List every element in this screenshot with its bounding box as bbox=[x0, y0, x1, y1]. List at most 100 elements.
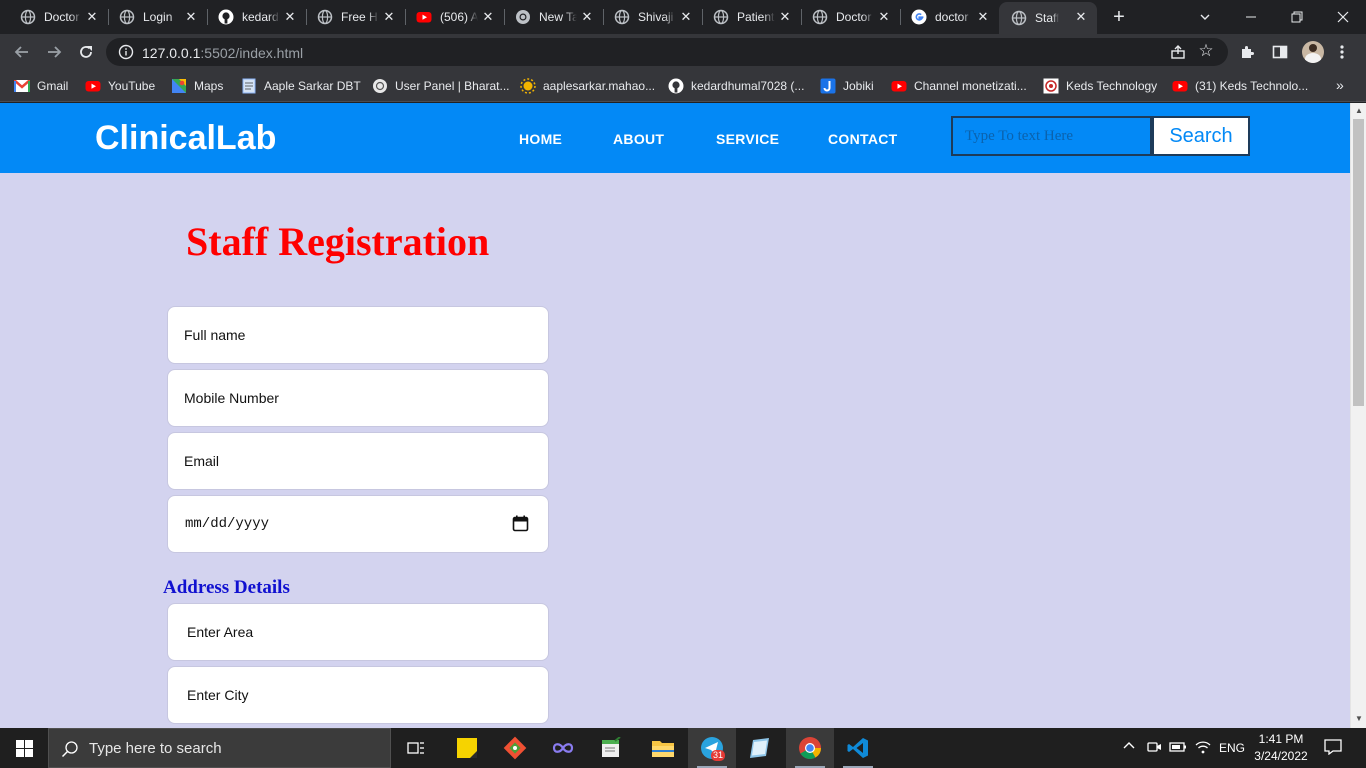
nav-service-link[interactable]: SERVICE bbox=[716, 131, 779, 147]
scrollbar-thumb[interactable] bbox=[1353, 119, 1364, 406]
nav-home-link[interactable]: HOME bbox=[519, 131, 562, 147]
git-icon bbox=[503, 736, 527, 760]
tab-free[interactable]: Free H ✕ bbox=[305, 0, 406, 34]
wifi-icon[interactable] bbox=[1195, 739, 1211, 758]
profile-avatar[interactable] bbox=[1302, 41, 1324, 63]
task-view-button[interactable] bbox=[392, 728, 440, 768]
keds-icon bbox=[1043, 78, 1059, 94]
taskbar-editor-app[interactable] bbox=[587, 728, 635, 768]
tab-patient[interactable]: Patient ✕ bbox=[701, 0, 802, 34]
page-scrollbar[interactable]: ▲ ▼ bbox=[1350, 103, 1366, 728]
bookmark-channel-monetization[interactable]: Channel monetizati... bbox=[891, 77, 1027, 95]
taskbar-sticky-notes[interactable] bbox=[443, 728, 491, 768]
tab-github[interactable]: kedardhumal ✕ bbox=[206, 0, 307, 34]
restore-button[interactable] bbox=[1274, 0, 1320, 34]
tab-doctor-2[interactable]: Doctor ✕ bbox=[800, 0, 901, 34]
fullname-input[interactable] bbox=[167, 306, 549, 364]
tray-overflow-chevron-icon[interactable] bbox=[1122, 738, 1136, 755]
close-window-button[interactable] bbox=[1320, 0, 1366, 34]
taskbar-search-box[interactable]: Type here to search bbox=[48, 728, 391, 768]
city-input[interactable] bbox=[167, 666, 549, 724]
system-clock[interactable]: 1:41 PM 3/24/2022 bbox=[1252, 731, 1310, 765]
bookmark-gmail[interactable]: Gmail bbox=[14, 77, 68, 95]
minimize-button[interactable] bbox=[1228, 0, 1274, 34]
tab-staff-registration[interactable]: Staff R ✕ bbox=[999, 2, 1097, 34]
email-input[interactable] bbox=[167, 432, 549, 490]
bookmark-star-icon[interactable]: ☆ bbox=[1196, 41, 1216, 61]
forward-button[interactable] bbox=[42, 40, 66, 64]
bookmark-keds-technology[interactable]: Keds Technology bbox=[1043, 77, 1157, 95]
tab-youtube[interactable]: (506) A ✕ bbox=[404, 0, 505, 34]
tray-meet-now-icon[interactable] bbox=[1146, 739, 1162, 758]
battery-icon[interactable] bbox=[1169, 740, 1187, 757]
taskbar-vscode[interactable] bbox=[834, 728, 882, 768]
bookmark-user-panel[interactable]: User Panel | Bharat... bbox=[372, 77, 510, 95]
github-icon bbox=[218, 9, 234, 25]
site-search-button[interactable]: Search bbox=[1152, 116, 1250, 156]
close-tab-icon[interactable]: ✕ bbox=[183, 9, 199, 25]
close-tab-icon[interactable]: ✕ bbox=[84, 9, 100, 25]
tab-shivaji[interactable]: Shivaji ✕ bbox=[602, 0, 703, 34]
bookmark-jobiki[interactable]: Jobiki bbox=[820, 77, 874, 95]
share-icon[interactable] bbox=[1170, 44, 1186, 60]
chrome-icon bbox=[515, 9, 531, 25]
kebab-menu-icon[interactable] bbox=[1332, 42, 1352, 62]
youtube-icon bbox=[1172, 78, 1188, 94]
back-button[interactable] bbox=[10, 40, 34, 64]
address-bar[interactable]: 127.0.0.1:5502/index.html ☆ bbox=[106, 38, 1228, 66]
taskbar-telegram[interactable]: 31 bbox=[688, 728, 736, 768]
tab-search-button[interactable] bbox=[1182, 0, 1228, 34]
side-panel-icon[interactable] bbox=[1270, 42, 1290, 62]
close-tab-icon[interactable]: ✕ bbox=[1073, 9, 1089, 25]
info-icon[interactable] bbox=[118, 44, 134, 60]
site-search-input[interactable] bbox=[951, 116, 1152, 156]
chevron-down-icon bbox=[1200, 14, 1210, 20]
bookmark-aaplesarkar-mahaonline[interactable]: aaplesarkar.mahao... bbox=[520, 77, 655, 95]
site-logo[interactable]: ClinicalLab bbox=[95, 119, 276, 158]
bookmark-github-profile[interactable]: kedardhumal7028 (... bbox=[668, 77, 804, 95]
reload-button[interactable] bbox=[74, 40, 98, 64]
calendar-icon[interactable] bbox=[512, 515, 529, 532]
taskbar-notes-app[interactable] bbox=[736, 728, 784, 768]
nav-about-link[interactable]: ABOUT bbox=[613, 131, 664, 147]
area-input[interactable] bbox=[167, 603, 549, 661]
mobile-number-input[interactable] bbox=[167, 369, 549, 427]
tab-google-doctor[interactable]: doctor ✕ bbox=[899, 0, 999, 34]
notifications-icon[interactable] bbox=[1324, 739, 1342, 758]
web-page: ClinicalLab HOME ABOUT SERVICE CONTACT S… bbox=[0, 103, 1350, 728]
taskbar-chrome[interactable] bbox=[786, 728, 834, 768]
bookmark-keds-technology-youtube[interactable]: (31) Keds Technolo... bbox=[1172, 77, 1308, 95]
taskbar-file-explorer[interactable] bbox=[639, 728, 687, 768]
extensions-icon[interactable] bbox=[1237, 42, 1257, 62]
more-bookmarks-chevron-icon[interactable]: » bbox=[1336, 77, 1344, 93]
taskbar-infinity-app[interactable] bbox=[539, 728, 587, 768]
close-tab-icon[interactable]: ✕ bbox=[480, 9, 496, 25]
taskbar-git-app[interactable] bbox=[491, 728, 539, 768]
scroll-down-arrow-icon[interactable]: ▼ bbox=[1354, 714, 1364, 724]
windows-taskbar: Type here to search 31 ENG 1:41 PM 3/24/… bbox=[0, 728, 1366, 768]
tab-login[interactable]: Login ✕ bbox=[107, 0, 208, 34]
close-tab-icon[interactable]: ✕ bbox=[381, 9, 397, 25]
close-tab-icon[interactable]: ✕ bbox=[282, 9, 298, 25]
jobiki-icon bbox=[820, 78, 836, 94]
language-indicator[interactable]: ENG bbox=[1219, 741, 1245, 755]
tab-doctor-1[interactable]: Doctor ✕ bbox=[8, 0, 109, 34]
bookmark-maps[interactable]: Maps bbox=[171, 77, 223, 95]
tab-new-tab[interactable]: New Tab ✕ bbox=[503, 0, 604, 34]
scroll-up-arrow-icon[interactable]: ▲ bbox=[1354, 106, 1364, 116]
close-tab-icon[interactable]: ✕ bbox=[975, 9, 991, 25]
browser-tab-strip: Doctor ✕ Login ✕ kedardhumal ✕ Free H ✕ … bbox=[0, 0, 1366, 34]
close-tab-icon[interactable]: ✕ bbox=[876, 9, 892, 25]
date-of-birth-input[interactable]: mm/dd/yyyy bbox=[167, 495, 549, 553]
close-tab-icon[interactable]: ✕ bbox=[579, 9, 595, 25]
close-tab-icon[interactable]: ✕ bbox=[777, 9, 793, 25]
close-tab-icon[interactable]: ✕ bbox=[678, 9, 694, 25]
new-tab-button[interactable]: + bbox=[1108, 6, 1130, 28]
start-button[interactable] bbox=[0, 728, 48, 768]
globe-icon bbox=[119, 9, 135, 25]
bookmark-aaple-sarkar-dbt[interactable]: Aaple Sarkar DBT bbox=[241, 77, 361, 95]
globe-icon bbox=[20, 9, 36, 25]
youtube-icon bbox=[416, 9, 432, 25]
nav-contact-link[interactable]: CONTACT bbox=[828, 131, 898, 147]
bookmark-youtube[interactable]: YouTube bbox=[85, 77, 155, 95]
